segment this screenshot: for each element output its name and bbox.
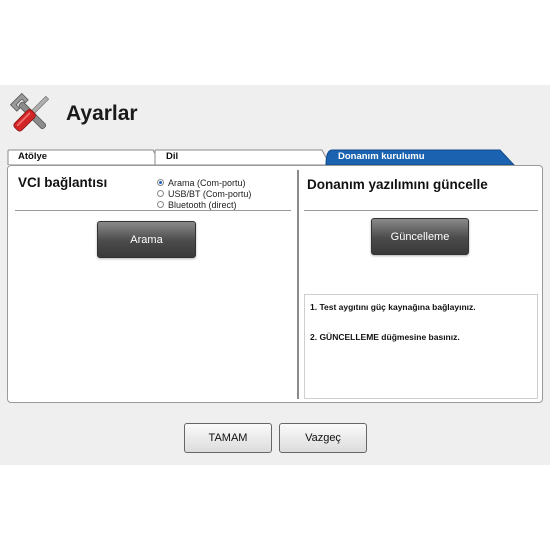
firmware-section-title: Donanım yazılımını güncelle — [307, 177, 488, 192]
page-title: Ayarlar — [66, 102, 138, 125]
radio-label: USB/BT (Com-portu) — [168, 188, 252, 199]
tools-icon — [6, 89, 56, 139]
tab-shapes — [7, 149, 515, 165]
instruction-line-1: 1. Test aygıtını güç kaynağına bağlayını… — [310, 302, 476, 312]
tab-donanim-kurulumu[interactable]: Donanım kurulumu — [338, 151, 425, 162]
radio-option-arama[interactable]: Arama (Com-portu) — [157, 177, 251, 188]
instructions-box: 1. Test aygıtını güç kaynağına bağlayını… — [304, 294, 538, 399]
firmware-divider — [304, 210, 538, 211]
tab-bar: Atölye Dil Donanım kurulumu — [0, 149, 550, 165]
radio-option-bluetooth[interactable]: Bluetooth (direct) — [157, 199, 251, 210]
radio-option-usb-bt[interactable]: USB/BT (Com-portu) — [157, 188, 251, 199]
vci-connection-options: Arama (Com-portu) USB/BT (Com-portu) Blu… — [157, 177, 251, 210]
panel-divider — [297, 170, 299, 399]
search-button[interactable]: Arama — [97, 221, 196, 258]
radio-button[interactable] — [157, 190, 164, 197]
instruction-line-2: 2. GÜNCELLEME düğmesine basınız. — [310, 332, 460, 342]
update-button[interactable]: Güncelleme — [371, 218, 469, 255]
tab-atolye[interactable]: Atölye — [18, 151, 47, 162]
settings-window: Ayarlar Atölye Dil Donanım kurulumu VCI … — [0, 85, 550, 465]
radio-button[interactable] — [157, 201, 164, 208]
radio-button[interactable] — [157, 179, 164, 186]
header: Ayarlar — [0, 85, 550, 145]
settings-panel: VCI bağlantısı Arama (Com-portu) USB/BT … — [7, 165, 543, 403]
radio-label: Arama (Com-portu) — [168, 177, 246, 188]
tab-dil[interactable]: Dil — [166, 151, 178, 162]
radio-label: Bluetooth (direct) — [168, 199, 237, 210]
cancel-button[interactable]: Vazgeç — [279, 423, 367, 453]
vci-divider — [15, 210, 291, 211]
ok-button[interactable]: TAMAM — [184, 423, 272, 453]
vci-section-title: VCI bağlantısı — [18, 175, 108, 190]
